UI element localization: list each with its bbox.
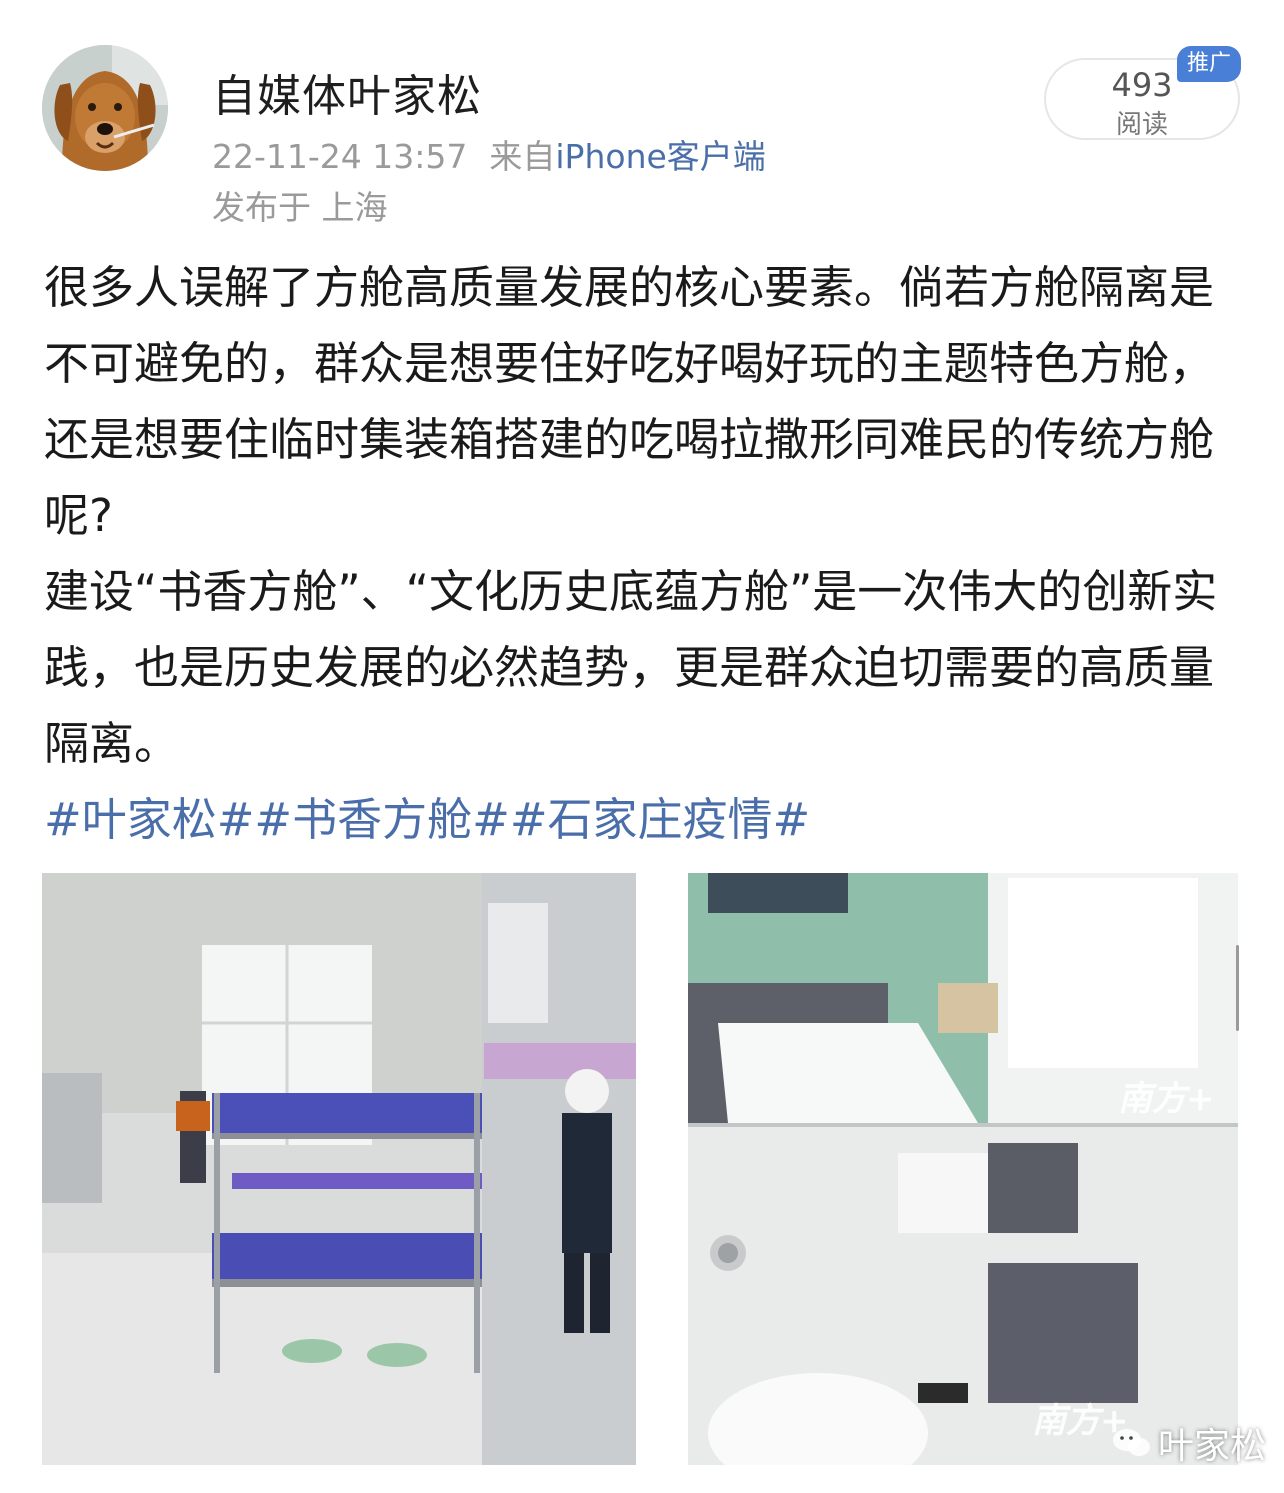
post-image-shelter-beds[interactable] — [42, 873, 636, 1465]
wechat-account-name: 叶家松 — [1158, 1426, 1267, 1467]
post-body: 很多人误解了方舱高质量发展的核心要素。倘若方舱隔离是不可避免的，群众是想要住好吃… — [44, 250, 1244, 858]
post-paragraph-2: 建设“书香方舱”、“文化历史底蕴方舱”是一次伟大的创新实践，也是历史发展的必然趋… — [44, 565, 1218, 770]
weibo-post: 自媒体叶家松 22-11-24 13:57 来自iPhone客户端 发布于 上海 … — [0, 0, 1284, 1493]
post-image-hotel-room[interactable]: 南方+ 南方+ — [688, 873, 1238, 1465]
read-label: 阅读 — [1115, 110, 1168, 140]
post-meta: 22-11-24 13:57 来自iPhone客户端 — [212, 130, 766, 178]
wechat-watermark: 叶家松 — [1112, 1417, 1266, 1469]
post-paragraph-1: 很多人误解了方舱高质量发展的核心要素。倘若方舱隔离是不可避免的，群众是想要住好吃… — [44, 261, 1215, 542]
username[interactable]: 自媒体叶家松 — [212, 60, 482, 124]
post-location: 发布于 上海 — [212, 188, 388, 227]
promo-badge[interactable]: 推广 — [1177, 46, 1241, 82]
hashtag-links[interactable]: #叶家松##书香方舱##石家庄疫情# — [44, 782, 1244, 858]
post-timestamp: 22-11-24 13:57 — [212, 137, 468, 176]
source-client-link[interactable]: iPhone客户端 — [555, 137, 765, 176]
watermark-top: 南方+ — [1118, 1079, 1215, 1119]
dog-avatar-image — [42, 45, 168, 171]
hotel-room-photo — [688, 873, 1238, 1465]
source-prefix: 来自 — [489, 137, 556, 176]
scroll-indicator — [1236, 945, 1239, 1031]
shelter-beds-photo — [42, 873, 636, 1465]
wechat-icon — [1113, 1429, 1150, 1456]
weibo-watermark: @自媒体叶家松 — [1128, 1470, 1254, 1491]
avatar[interactable] — [42, 45, 168, 171]
